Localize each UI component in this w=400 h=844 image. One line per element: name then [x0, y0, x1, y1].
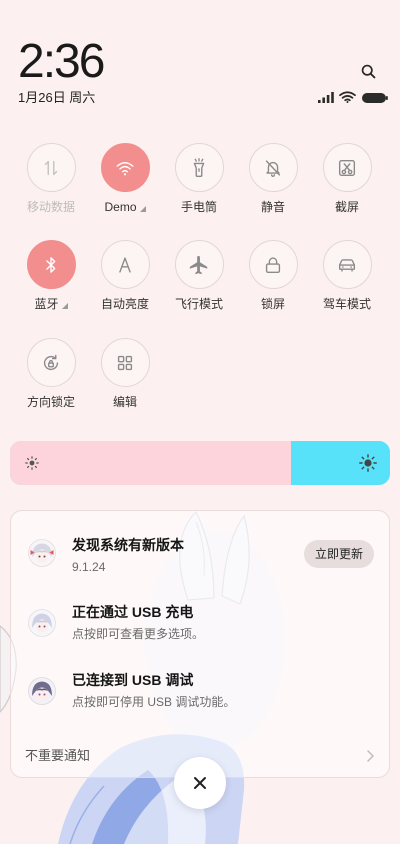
wifi-icon — [339, 91, 356, 103]
toggle-bluetooth[interactable]: 蓝牙 — [14, 240, 88, 311]
close-icon — [194, 777, 206, 789]
screenshot-icon — [338, 159, 356, 176]
toggle-auto-brightness[interactable]: 自动亮度 — [88, 240, 162, 311]
toggle-label-text: 锁屏 — [260, 297, 285, 311]
toggle-label-text: 移动数据 — [26, 200, 75, 214]
toggle-button[interactable] — [174, 240, 224, 289]
toggle-button[interactable] — [26, 338, 76, 387]
brightness-fill — [10, 441, 292, 485]
notification-item-usb-charging[interactable]: 正在通过 USB 充电 点按即可查看更多选项。 — [11, 599, 389, 651]
auto-brightness-icon — [119, 256, 131, 273]
toggle-label-text: Demo — [104, 200, 137, 214]
toggle-rotation-lock[interactable]: 方向锁定 — [14, 338, 88, 409]
toggle-label-text: 截屏 — [334, 200, 359, 214]
clock-time[interactable]: 2:36 — [18, 38, 105, 86]
notification-text: 点按即可查看更多选项。 — [72, 627, 205, 641]
notification-item-update[interactable]: 发现系统有新版本 9.1.24 立即更新 — [11, 533, 389, 585]
toggle-label: 飞行模式 — [162, 297, 236, 311]
app-avatar-icon — [28, 677, 56, 705]
toggle-button[interactable] — [100, 143, 150, 192]
toggle-label-text: 蓝牙 — [34, 297, 59, 311]
notification-text: 9.1.24 — [72, 560, 106, 574]
app-avatar-icon — [28, 609, 56, 637]
airplane-icon — [189, 255, 208, 274]
close-button[interactable] — [174, 757, 226, 809]
toggle-label: 自动亮度 — [88, 297, 162, 311]
battery-icon — [362, 93, 388, 103]
brightness-slider[interactable] — [10, 441, 390, 485]
notification-item-usb-debugging[interactable]: 已连接到 USB 调试 点按即可停用 USB 调试功能。 — [11, 667, 389, 719]
notification-panel: 发现系统有新版本 9.1.24 立即更新 正在通过 USB 充电 点按即可查看更… — [10, 510, 390, 778]
toggle-mobile-data[interactable]: 移动数据 — [14, 143, 88, 214]
toggle-button[interactable] — [26, 240, 76, 289]
toggle-lock-screen[interactable]: 锁屏 — [236, 240, 310, 311]
rotation-lock-icon — [43, 354, 59, 370]
toggle-label-text: 静音 — [260, 200, 285, 214]
date-label[interactable]: 1月26日 周六 — [18, 90, 95, 106]
toggle-label-text: 手电筒 — [180, 200, 217, 214]
notification-title: 正在通过 USB 充电 — [72, 604, 194, 620]
lock-icon — [265, 256, 281, 273]
toggle-button[interactable] — [174, 143, 224, 192]
toggle-label-text: 方向锁定 — [26, 395, 75, 409]
car-icon — [338, 258, 356, 272]
toggle-button[interactable] — [100, 338, 150, 387]
update-now-button[interactable]: 立即更新 — [304, 540, 374, 568]
toggle-flashlight[interactable]: 手电筒 — [162, 143, 236, 214]
toggle-label-text: 自动亮度 — [100, 297, 149, 311]
toggle-edit[interactable]: 编辑 — [88, 338, 162, 409]
notification-text: 点按即可停用 USB 调试功能。 — [72, 695, 236, 709]
notification-title: 已连接到 USB 调试 — [72, 672, 194, 688]
toggle-label: 静音 — [236, 200, 310, 214]
toggle-button[interactable] — [322, 240, 372, 289]
toggle-button[interactable] — [248, 143, 298, 192]
toggle-label: 手电筒 — [162, 200, 236, 214]
sun-small-icon — [25, 456, 39, 470]
toggle-button[interactable] — [26, 143, 76, 192]
toggle-label: 方向锁定 — [14, 395, 88, 409]
toggle-label: 编辑 — [88, 395, 162, 409]
toggle-label: Demo — [88, 200, 162, 214]
toggle-label-text: 驾车模式 — [322, 297, 371, 311]
sun-large-icon — [359, 454, 377, 472]
toggle-label: 蓝牙 — [14, 297, 88, 311]
wifi-icon — [116, 161, 134, 175]
toggle-label: 移动数据 — [14, 200, 88, 214]
mute-icon — [265, 159, 281, 177]
toggle-label-text: 飞行模式 — [174, 297, 223, 311]
toggle-button[interactable] — [100, 240, 150, 289]
toggle-mute[interactable]: 静音 — [236, 143, 310, 214]
toggle-label: 锁屏 — [236, 297, 310, 311]
toggle-button[interactable] — [322, 143, 372, 192]
flashlight-icon — [193, 157, 205, 177]
toggle-driving-mode[interactable]: 驾车模式 — [310, 240, 384, 311]
edit-icon — [117, 355, 133, 370]
search-icon[interactable] — [360, 63, 377, 80]
toggle-button[interactable] — [248, 240, 298, 289]
toggle-label: 截屏 — [310, 200, 384, 214]
expand-indicator-icon — [61, 303, 68, 309]
unimportant-notifications-link[interactable]: 不重要通知 — [25, 748, 90, 764]
toggle-airplane-mode[interactable]: 飞行模式 — [162, 240, 236, 311]
app-avatar-icon — [28, 539, 56, 567]
chevron-right-icon[interactable] — [363, 748, 377, 764]
toggle-label: 驾车模式 — [310, 297, 384, 311]
toggle-wifi[interactable]: Demo — [88, 143, 162, 214]
bluetooth-icon — [46, 256, 56, 273]
toggle-screenshot[interactable]: 截屏 — [310, 143, 384, 214]
mobile-data-icon — [44, 160, 58, 175]
toggle-label-text: 编辑 — [112, 395, 137, 409]
notification-title: 发现系统有新版本 — [72, 537, 184, 553]
signal-icon — [318, 92, 334, 103]
expand-indicator-icon — [139, 206, 146, 212]
